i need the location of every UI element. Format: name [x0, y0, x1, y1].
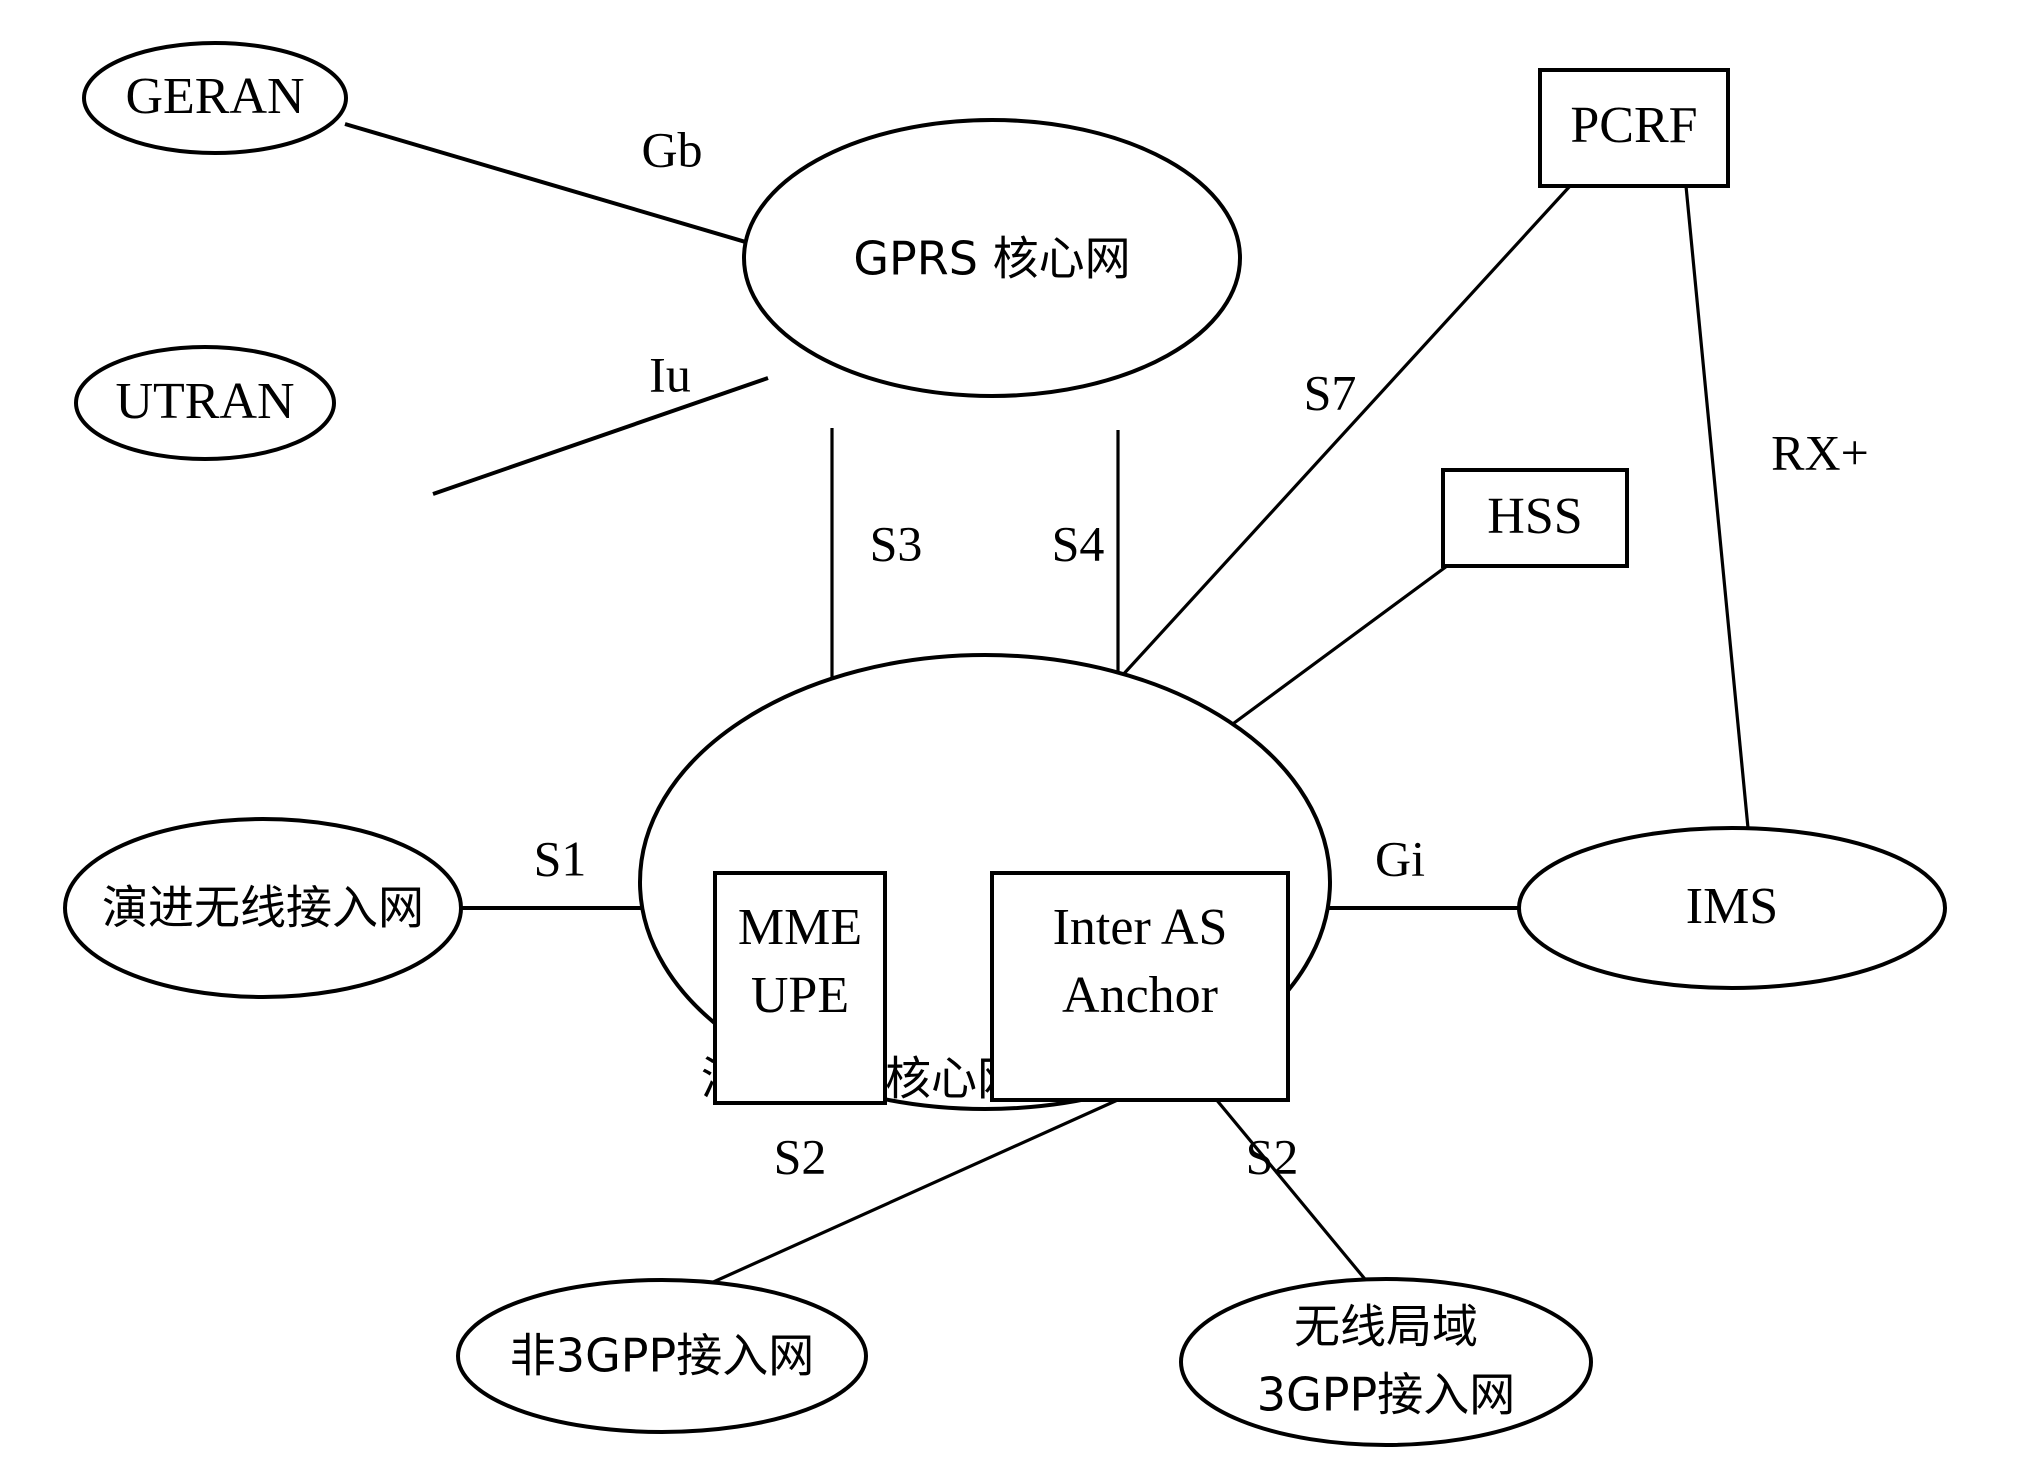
- edge-label-rxplus: RX+: [1771, 424, 1869, 480]
- edge-label-s7: S7: [1304, 364, 1357, 420]
- gprs-core-label: GPRS 核心网: [853, 232, 1130, 286]
- edge-label-gb: Gb: [641, 121, 702, 177]
- utran-label: UTRAN: [115, 373, 294, 430]
- ims-label: IMS: [1686, 878, 1778, 935]
- node-utran[interactable]: UTRAN: [74, 345, 336, 461]
- node-wlan-3gpp-access[interactable]: 无线局域 3GPP接入网: [1179, 1277, 1593, 1447]
- edge-iu-line: [432, 376, 769, 496]
- inter-as-anchor-label-line2: Anchor: [1062, 967, 1218, 1024]
- node-hss[interactable]: HSS: [1441, 468, 1629, 568]
- edge-s2-right-line: [1213, 1096, 1376, 1292]
- edge-label-s1: S1: [534, 830, 587, 886]
- edge-label-s3: S3: [870, 515, 923, 571]
- mme-upe-label-line2: UPE: [751, 967, 849, 1024]
- wlan-3gpp-access-label-line1: 无线局域: [1294, 1300, 1478, 1354]
- edge-rxplus-line: [1684, 185, 1750, 829]
- diagram-canvas: GERAN UTRAN GPRS 核心网 PCRF HSS IMS 演进无线接入…: [0, 0, 2039, 1471]
- wlan-3gpp-access-label-line2: 3GPP接入网: [1257, 1368, 1515, 1422]
- edge-label-s2-right: S2: [1246, 1128, 1299, 1184]
- geran-label: GERAN: [125, 68, 304, 125]
- mme-upe-label-line1: MME: [738, 899, 862, 956]
- hss-label: HSS: [1487, 488, 1582, 545]
- non3gpp-access-label: 非3GPP接入网: [510, 1329, 814, 1383]
- edge-label-gi: Gi: [1375, 830, 1425, 886]
- node-pcrf[interactable]: PCRF: [1538, 68, 1730, 188]
- edge-label-s2-left: S2: [774, 1128, 827, 1184]
- node-inter-as-anchor[interactable]: Inter AS Anchor: [990, 871, 1290, 1102]
- evolved-ran-label: 演进无线接入网: [102, 881, 424, 935]
- edge-s2-left-line: [699, 1096, 1123, 1290]
- node-evolved-ran[interactable]: 演进无线接入网: [63, 817, 463, 999]
- node-ims[interactable]: IMS: [1517, 826, 1947, 990]
- node-non3gpp-access[interactable]: 非3GPP接入网: [456, 1278, 868, 1434]
- edge-label-iu: Iu: [649, 346, 691, 402]
- inter-as-anchor-label-line1: Inter AS: [1053, 899, 1228, 956]
- edge-label-s4: S4: [1052, 515, 1105, 571]
- node-geran[interactable]: GERAN: [82, 41, 348, 155]
- edge-gb-line: [344, 122, 801, 260]
- node-mme-upe[interactable]: MME UPE: [713, 871, 887, 1105]
- edge-hss-line: [1229, 564, 1448, 728]
- node-gprs-core[interactable]: GPRS 核心网: [742, 118, 1242, 398]
- network-architecture-diagram: GERAN UTRAN GPRS 核心网 PCRF HSS IMS 演进无线接入…: [63, 41, 1947, 1447]
- pcrf-label: PCRF: [1570, 97, 1697, 154]
